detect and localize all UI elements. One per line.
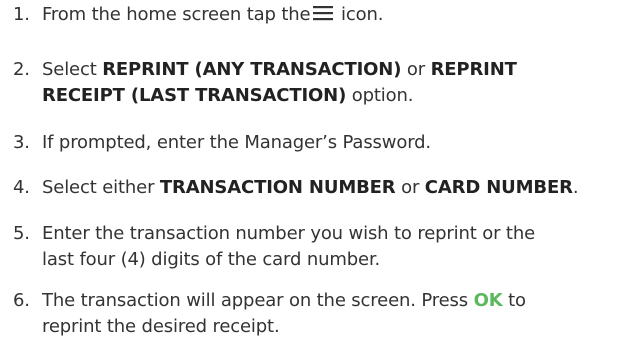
step-number: 2. [13,59,30,80]
step-text: From the home screen tap the icon. [42,2,626,28]
step-text-part: icon. [335,4,384,25]
step-text: Select either TRANSACTION NUMBER or CARD… [42,175,626,201]
step-text-part: to [502,290,526,311]
instruction-list: 1. From the home screen tap the icon. 2.… [0,0,626,343]
step-text-line: reprint the desired receipt. [42,316,280,337]
option-card-number: CARD NUMBER [424,177,573,198]
hamburger-menu-icon [313,5,334,21]
option-transaction-number: TRANSACTION NUMBER [159,177,396,198]
step-text: The transaction will appear on the scree… [42,288,626,340]
step-text-part: or [395,177,425,198]
step-text-line: Enter the transaction number you wish to… [42,223,536,244]
ok-key-label: OK [473,290,503,311]
step-text-part: From the home screen tap the [42,4,311,25]
step-number: 5. [13,223,30,244]
step-text-part: Select either [42,177,160,198]
step-text-part: The transaction will appear on the scree… [42,290,474,311]
option-reprint-any: REPRINT (ANY TRANSACTION) [102,59,402,80]
step-text: Enter the transaction number you wish to… [42,221,626,273]
option-reprint-last-line1: REPRINT [430,59,517,80]
step-text-line: last four (4) digits of the card number. [42,249,381,270]
step-text-part: option. [346,85,414,106]
step-text-part: or [401,59,431,80]
option-reprint-last-line2: RECEIPT (LAST TRANSACTION) [42,85,347,106]
step-number: 6. [13,290,30,311]
step-number: 4. [13,177,30,198]
step-text: If prompted, enter the Manager’s Passwor… [42,132,431,153]
step-text-part: Select [42,59,103,80]
step-number: 3. [13,132,30,153]
step-text: Select REPRINT (ANY TRANSACTION) or REPR… [42,57,626,109]
step-text-part: . [572,177,579,198]
step-number: 1. [13,4,30,25]
